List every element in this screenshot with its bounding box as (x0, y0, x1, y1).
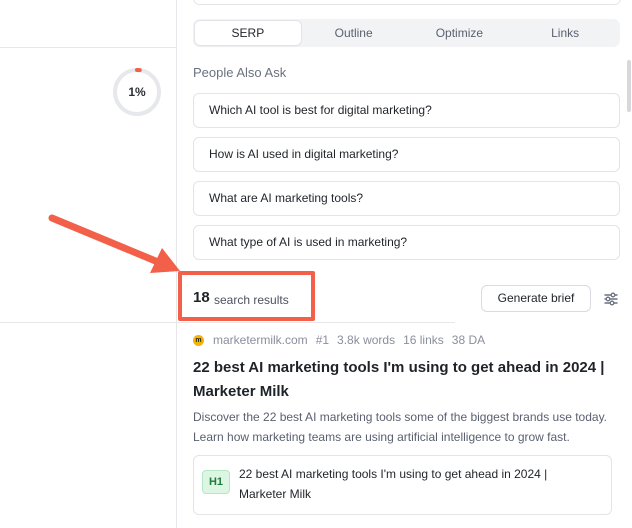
view-tabs: SERP Outline Optimize Links (193, 19, 620, 47)
result-word-count: 3.8k words (337, 333, 396, 347)
progress-percent-label: 1% (128, 85, 146, 99)
site-favicon-icon: m (193, 334, 204, 346)
search-result-item: m marketermilk.com #1 3.8k words 16 link… (193, 331, 620, 515)
people-also-ask-heading: People Also Ask (193, 65, 287, 80)
left-divider (0, 47, 176, 48)
paa-question[interactable]: Which AI tool is best for digital market… (193, 93, 620, 128)
h1-tag-badge: H1 (202, 470, 230, 494)
paa-question[interactable]: What type of AI is used in marketing? (193, 225, 620, 260)
left-pane: 1% (0, 0, 177, 528)
tab-serp[interactable]: SERP (195, 21, 301, 45)
tab-links[interactable]: Links (512, 21, 618, 45)
result-meta: m marketermilk.com #1 3.8k words 16 link… (193, 331, 620, 349)
result-link-count: 16 links (403, 333, 444, 347)
score-progress-ring: 1% (112, 67, 162, 117)
sliders-icon[interactable] (601, 289, 621, 309)
paa-question[interactable]: What are AI marketing tools? (193, 181, 620, 216)
paa-question[interactable]: How is AI used in digital marketing? (193, 137, 620, 172)
top-card (193, 0, 621, 5)
scrollbar-thumb[interactable] (627, 60, 631, 112)
tab-outline[interactable]: Outline (301, 21, 407, 45)
result-title[interactable]: 22 best AI marketing tools I'm using to … (193, 356, 620, 404)
results-divider (0, 322, 455, 323)
result-domain[interactable]: marketermilk.com (213, 333, 308, 347)
annotation-highlight-box (178, 271, 315, 321)
result-description: Discover the 22 best AI marketing tools … (193, 410, 608, 444)
h1-heading-text: 22 best AI marketing tools I'm using to … (239, 467, 548, 501)
result-heading-card: H1 22 best AI marketing tools I'm using … (193, 455, 612, 515)
people-also-ask-list: Which AI tool is best for digital market… (193, 93, 620, 269)
tab-optimize[interactable]: Optimize (407, 21, 513, 45)
result-domain-authority: 38 DA (451, 333, 486, 347)
result-rank: #1 (315, 333, 330, 347)
generate-brief-button[interactable]: Generate brief (481, 285, 591, 312)
